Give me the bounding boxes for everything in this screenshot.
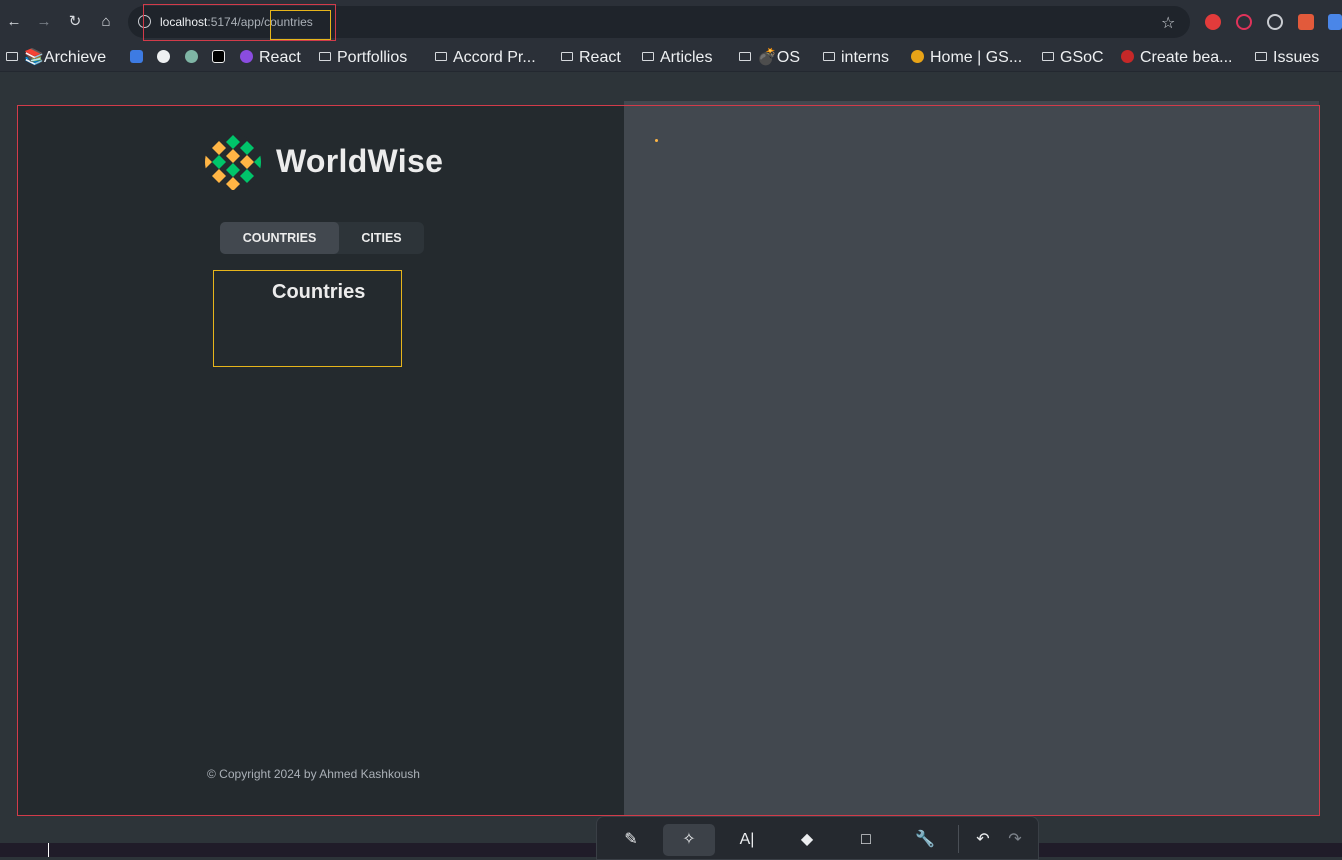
- bookmark-label: Accord Pr...: [453, 49, 536, 66]
- bookmark-label: Articles: [660, 49, 713, 66]
- bookmark-label: Issues: [1273, 49, 1320, 66]
- p-icon: [212, 50, 225, 64]
- bookmark-label: interns: [841, 49, 890, 66]
- extension-translate-icon[interactable]: [1328, 14, 1342, 30]
- redo-icon[interactable]: ↷: [995, 824, 1035, 856]
- bookmark-github[interactable]: [157, 48, 176, 68]
- extension-timer-icon[interactable]: [1267, 14, 1283, 30]
- gsoc-icon: [911, 50, 924, 64]
- toolbar-separator: [958, 825, 959, 853]
- bookmark-label: Create bea...: [1140, 49, 1233, 66]
- bookmark-label: GSoC: [1060, 49, 1104, 66]
- bookmark-create[interactable]: Create bea...: [1121, 48, 1233, 68]
- reload-icon[interactable]: ↻: [65, 12, 85, 32]
- react-icon: [240, 50, 253, 64]
- bookmark-label: 📚Archieve: [24, 49, 107, 66]
- bookmark-label: React: [259, 49, 301, 66]
- folder-icon: [823, 52, 835, 62]
- folder-icon: [6, 52, 18, 62]
- page-viewport: WorldWise Countries Cities Countries © C…: [0, 73, 1342, 843]
- bookmark-react-1[interactable]: React: [240, 48, 301, 68]
- back-icon[interactable]: ←: [4, 12, 24, 32]
- bookmark-p[interactable]: [212, 48, 231, 68]
- brush-icon[interactable]: ✎: [605, 824, 657, 856]
- folder-icon: [435, 52, 447, 62]
- bookmark-os[interactable]: 💣OS: [739, 48, 800, 68]
- url-highlight-yellow: [270, 10, 331, 40]
- bookmarks-bar: 📚Archieve React Portfollios Accord Pr...…: [0, 44, 1342, 72]
- taskbar-left: [0, 843, 596, 857]
- extension-adblock-icon[interactable]: [1205, 14, 1221, 30]
- app-icon: [130, 50, 143, 64]
- home-icon[interactable]: ⌂: [96, 12, 116, 32]
- bookmark-gsoc[interactable]: GSoC: [1042, 48, 1104, 68]
- bookmark-interns[interactable]: interns: [823, 48, 889, 68]
- folder-icon: [1042, 52, 1054, 62]
- github-icon: [157, 50, 170, 64]
- bookmark-star-icon[interactable]: ☆: [1161, 13, 1175, 33]
- wrench-icon[interactable]: 🔧: [899, 824, 951, 856]
- bookmark-react-2[interactable]: React: [561, 48, 621, 68]
- bookmark-gsoc-home[interactable]: Home | GS...: [911, 48, 1022, 68]
- annotation-toolbar: ✎ ✧ A| ◆ □ 🔧 ↶ ↷: [596, 816, 1039, 860]
- folder-icon: [319, 52, 331, 62]
- folder-icon: [1255, 52, 1267, 62]
- eraser-icon[interactable]: ◆: [781, 824, 833, 856]
- bookmark-label: Portfollios: [337, 49, 408, 66]
- folder-icon: [739, 52, 751, 62]
- bookmark-openai[interactable]: [185, 48, 204, 68]
- taskbar-right: [1039, 843, 1342, 857]
- extension-record-icon[interactable]: [1236, 14, 1252, 30]
- folder-icon: [642, 52, 654, 62]
- shapes-icon[interactable]: ✧: [663, 824, 715, 856]
- openai-icon: [185, 50, 198, 64]
- extension-todoist-icon[interactable]: [1298, 14, 1314, 30]
- bookmark-blue-app[interactable]: [130, 48, 149, 68]
- bookmark-issues[interactable]: Issues: [1255, 48, 1319, 68]
- red-dot-icon: [1121, 50, 1134, 64]
- crop-icon[interactable]: □: [840, 824, 892, 856]
- bookmark-articles[interactable]: Articles: [642, 48, 712, 68]
- folder-icon: [561, 52, 573, 62]
- text-caret: [48, 843, 49, 857]
- bookmark-label: 💣OS: [757, 49, 801, 66]
- forward-icon[interactable]: →: [34, 12, 54, 32]
- bookmark-archieve[interactable]: 📚Archieve: [6, 48, 106, 68]
- bookmark-portfollios[interactable]: Portfollios: [319, 48, 407, 68]
- browser-toolbar: ← → ↻ ⌂ localhost:5174/app/countries ☆: [0, 0, 1342, 44]
- text-icon[interactable]: A|: [721, 824, 773, 856]
- bookmark-label: React: [579, 49, 621, 66]
- bookmark-label: Home | GS...: [930, 49, 1023, 66]
- bookmark-accord[interactable]: Accord Pr...: [435, 48, 536, 68]
- app-highlight-frame: [17, 105, 1320, 816]
